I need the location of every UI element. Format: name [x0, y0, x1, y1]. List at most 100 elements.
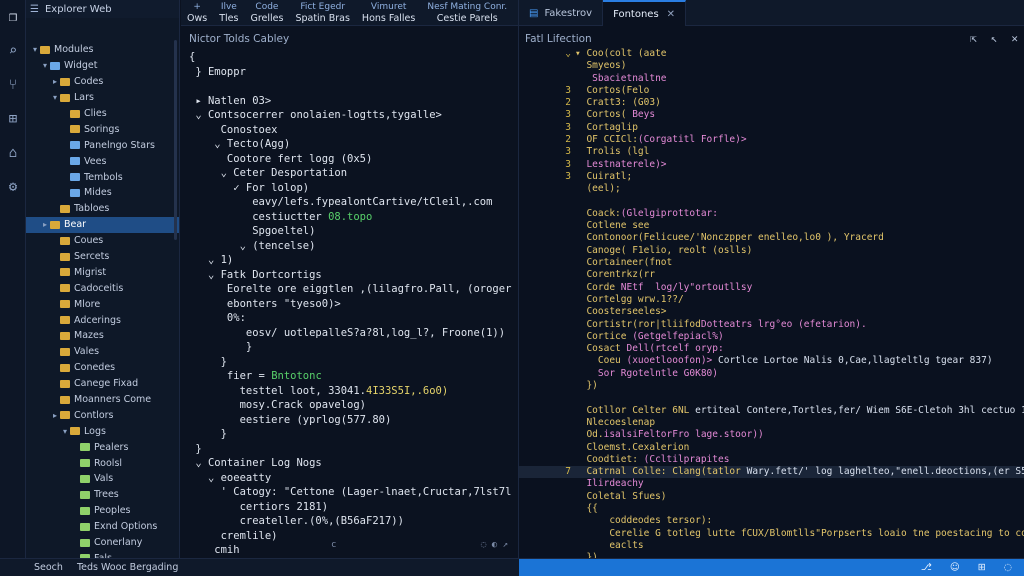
feedback-icon[interactable]: ☺: [950, 562, 960, 573]
explorer-panel: ☰ Explorer Web ▾ Modules ▾ Widget ▸ Codes ▾ Lar…: [26, 0, 180, 558]
tree-item[interactable]: Vales: [26, 344, 179, 360]
status-item[interactable]: Seoch: [34, 562, 63, 573]
tree-item[interactable]: Mlore: [26, 296, 179, 312]
tree-item[interactable]: ▸ Bear: [26, 216, 179, 233]
tree-item[interactable]: ▸ Codes: [26, 74, 179, 90]
editor-tab[interactable]: Code Grelles: [244, 0, 289, 25]
tree-item[interactable]: ▸ Contlors: [26, 407, 179, 423]
tree-item[interactable]: ▾ Lars: [26, 90, 179, 106]
pointer-icon[interactable]: ↖: [991, 32, 998, 45]
code-text: eosv/ uotlepalleS?a?8l,log_l?, Froone(1)…: [189, 326, 506, 339]
tree-item[interactable]: Migrist: [26, 264, 179, 280]
settings-icon[interactable]: ⚙: [0, 170, 26, 204]
maximize-icon[interactable]: ⇱: [970, 32, 977, 45]
editor-tab[interactable]: Ilve Tles: [213, 0, 244, 25]
source-control-icon[interactable]: ⑂: [0, 68, 26, 102]
code-line: cestiuctter 08.topo: [189, 210, 512, 225]
twisty-icon[interactable]: ▸: [40, 220, 50, 229]
line-number: 3: [565, 146, 571, 158]
code-view-left[interactable]: { } Emoppr ▸ Natlen 03> ⌄ Contsocerrer o…: [189, 50, 512, 558]
twisty-icon[interactable]: ▾: [60, 427, 70, 436]
explorer-menu-icon[interactable]: ☰: [30, 4, 39, 15]
tree-item[interactable]: Panelngo Stars: [26, 137, 179, 153]
tree-item[interactable]: Trees: [26, 487, 179, 503]
editor-tab[interactable]: Fict Egedr Spatin Bras: [289, 0, 355, 25]
editor-tab[interactable]: ▤ Fakestrov: [519, 0, 604, 26]
tree-item[interactable]: Sercets: [26, 249, 179, 265]
tree-item[interactable]: Conerlany: [26, 535, 179, 551]
code-text: Nlecoeslenap: [575, 416, 656, 428]
tree-item[interactable]: Adcerings: [26, 312, 179, 328]
tree-item[interactable]: Mazes: [26, 328, 179, 344]
tree-item[interactable]: Cadoceitis: [26, 280, 179, 296]
tree-item-label: Vees: [84, 155, 107, 167]
files-icon[interactable]: ❐: [0, 0, 26, 34]
code-body: Catrnal Colle: Clang(tatlor Wary.fett/' …: [575, 466, 1024, 478]
folder-icon: [70, 141, 80, 150]
tree-item[interactable]: Roolsl: [26, 455, 179, 471]
folder-icon: [70, 188, 80, 197]
tree-item[interactable]: Tembols: [26, 169, 179, 185]
branch-icon[interactable]: ⎇: [921, 562, 932, 573]
extensions-icon[interactable]: ⊞: [0, 102, 26, 136]
code-line: Cloemst.Cexalerion: [519, 442, 1024, 454]
twisty-icon[interactable]: ▸: [50, 411, 60, 420]
code-text: (eel);: [575, 183, 621, 195]
code-line: mosy.Crack opavelog): [189, 398, 512, 413]
code-view-right[interactable]: ⌄ ▾ Coo(colt (aate Smyeos) Sbacietnaltne 3…: [519, 48, 1024, 576]
status-item[interactable]: Teds Wooc Bergading: [77, 562, 178, 573]
code-text: Cortice: [575, 330, 633, 342]
tree-item[interactable]: Tabloes: [26, 201, 179, 217]
code-line: [519, 392, 1024, 404]
code-text: ✓ For lolop): [189, 181, 310, 194]
twisty-icon[interactable]: ▾: [50, 93, 60, 102]
code-body: Sbacietnaltne: [575, 73, 666, 85]
twisty-icon[interactable]: ▸: [50, 77, 60, 86]
tree-item[interactable]: Exnd Options: [26, 519, 179, 535]
tree-item[interactable]: Fals: [26, 551, 179, 558]
file-tree: ▾ Modules ▾ Widget ▸ Codes ▾ Lars Clies Sorings Pa…: [26, 42, 179, 558]
code-text: ▾ Coo(colt (aate: [575, 48, 667, 59]
tree-item[interactable]: ▾ Logs: [26, 423, 179, 439]
line-number: 2: [565, 134, 571, 146]
code-token: ertiteal Contere,Tortles,fer/ Wiem S6E-C…: [695, 404, 1024, 416]
twisty-icon[interactable]: ▾: [40, 61, 50, 70]
tree-item[interactable]: ▾ Modules: [26, 42, 179, 58]
folder-icon: [70, 157, 80, 166]
folder-icon: [70, 427, 80, 436]
remote-icon[interactable]: ⌂: [0, 136, 26, 170]
code-line: Cosact Dell(rtcelf oryp:: [519, 343, 1024, 355]
tree-item[interactable]: Conedes: [26, 360, 179, 376]
close-icon[interactable]: ✕: [1011, 32, 1018, 45]
breadcrumb[interactable]: Nictor Tolds Cabley: [189, 33, 289, 45]
tree-item[interactable]: Clies: [26, 106, 179, 122]
tree-item[interactable]: ▾ Widget: [26, 58, 179, 74]
layout-icon[interactable]: ⊞: [978, 562, 986, 573]
tree-item[interactable]: Pealers: [26, 439, 179, 455]
search-icon[interactable]: ⌕: [0, 34, 26, 68]
tree-item[interactable]: Vals: [26, 471, 179, 487]
editor-tab[interactable]: Fontones ✕: [603, 0, 687, 26]
line-number: [519, 196, 575, 208]
code-token: (Ccltilprapites: [643, 453, 730, 465]
editor-tab[interactable]: Nesf Mating Conr. Cestie Parels: [421, 0, 513, 25]
tree-item[interactable]: Canege Fixad: [26, 376, 179, 392]
twisty-icon[interactable]: ▾: [30, 45, 40, 54]
explorer-scrollbar[interactable]: [174, 40, 177, 240]
tree-item[interactable]: Sorings: [26, 121, 179, 137]
sync-icon[interactable]: ◌: [1004, 562, 1012, 573]
line-number: [519, 208, 575, 220]
close-tab-icon[interactable]: ✕: [667, 9, 675, 20]
tree-item[interactable]: Mides: [26, 185, 179, 201]
editor-tab[interactable]: Vimuret Hons Falles: [356, 0, 421, 25]
tree-item[interactable]: Vees: [26, 153, 179, 169]
code-token: Wary.fett/' log laghelteo,"enell.deoctio…: [746, 466, 1024, 478]
tree-item[interactable]: Moanners Come: [26, 392, 179, 408]
editor-tab[interactable]: + Ows: [181, 0, 213, 25]
footer-right-icons[interactable]: ◌ ◐ ↗: [481, 540, 508, 552]
code-line: 3 Cortos( Beys: [519, 109, 1024, 121]
tree-item[interactable]: Peoples: [26, 503, 179, 519]
tree-item[interactable]: Coues: [26, 233, 179, 249]
